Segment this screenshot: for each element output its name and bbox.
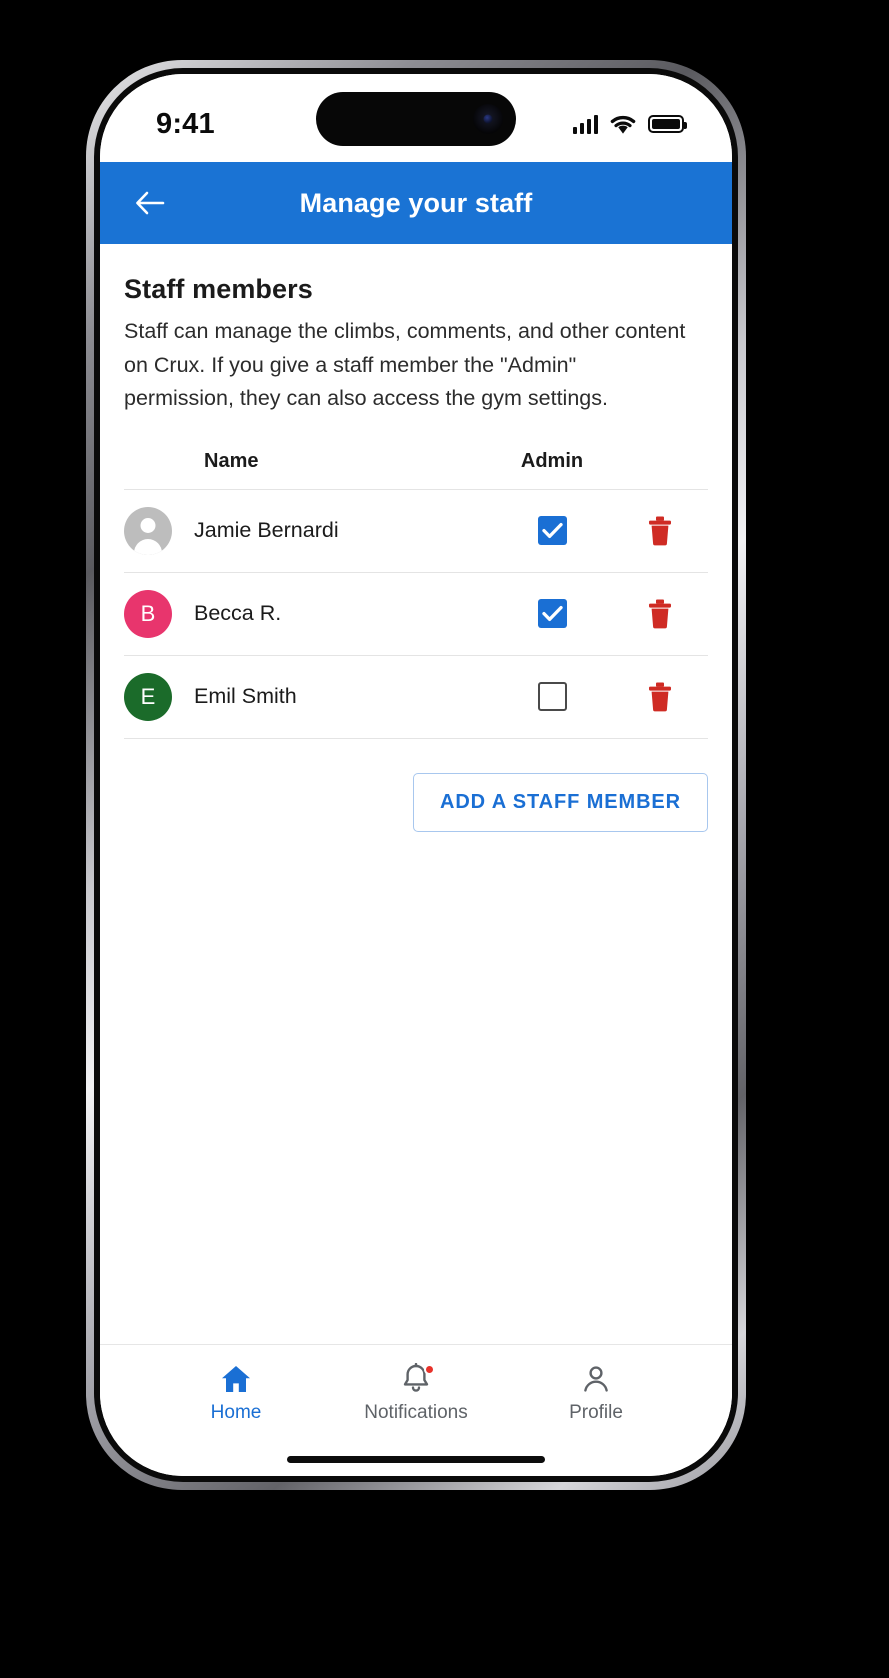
admin-cell [492,682,612,711]
back-arrow-icon [136,191,165,215]
trash-icon [649,682,671,711]
avatar: B [124,589,172,638]
status-bar-clock: 9:41 [156,107,215,140]
staff-name-cell: E Emil Smith [124,672,492,721]
avatar: E [124,672,172,721]
front-camera-icon [473,104,503,134]
nav-label-profile: Profile [569,1402,623,1423]
nav-item-notifications[interactable]: Notifications [326,1363,506,1424]
admin-cell [492,599,612,628]
admin-cell [492,516,612,545]
table-row: Jamie Bernardi [124,490,708,573]
add-staff-row: ADD A STAFF MEMBER [124,739,708,832]
trash-icon [649,516,671,545]
wifi-icon [610,115,636,134]
add-staff-member-button[interactable]: ADD A STAFF MEMBER [413,772,708,832]
back-button[interactable] [126,179,174,227]
person-icon [584,1366,608,1392]
home-icon-wrap [220,1363,252,1395]
status-bar-indicators [572,102,687,135]
staff-member-name: Emil Smith [194,684,297,708]
cellular-signal-icon [572,114,598,134]
staff-member-name: Jamie Bernardi [194,518,339,542]
bell-icon-wrap [401,1363,435,1395]
admin-checkbox[interactable] [537,599,567,628]
checkmark-icon [541,605,563,622]
column-header-name: Name [204,449,259,472]
phone-screen: 9:41 Manage your staff Staff members Sta… [100,74,732,1476]
main-content: Staff members Staff can manage the climb… [100,244,732,1344]
nav-item-home[interactable]: Home [146,1363,326,1424]
bottom-navigation: Home Notifications Profile [100,1344,732,1442]
delete-staff-button[interactable] [612,682,708,712]
phone-bezel: 9:41 Manage your staff Staff members Sta… [94,68,738,1482]
checkmark-icon [541,522,563,539]
page-title: Manage your staff [299,187,533,218]
staff-name-cell: Jamie Bernardi [124,506,492,555]
screenshot-stage: 9:41 Manage your staff Staff members Sta… [0,0,889,1678]
app-bar: Manage your staff [100,162,732,244]
nav-label-notifications: Notifications [364,1402,468,1423]
staff-table: Name Admin Jamie Bernardi B Becca R. E E… [124,450,708,739]
home-icon [222,1366,250,1392]
nav-label-home: Home [210,1402,262,1423]
home-indicator-bar[interactable] [100,1442,732,1476]
person-icon-wrap [581,1363,611,1395]
table-row: B Becca R. [124,573,708,656]
avatar [124,506,172,555]
trash-icon [649,599,671,628]
admin-checkbox[interactable] [537,682,567,711]
column-header-admin: Admin [520,449,584,472]
delete-staff-button[interactable] [612,599,708,629]
battery-icon [648,115,687,133]
table-header-row: Name Admin [124,450,708,490]
table-row: E Emil Smith [124,656,708,739]
nav-item-profile[interactable]: Profile [506,1363,686,1424]
staff-name-cell: B Becca R. [124,589,492,638]
avatar-initial: B [140,600,156,626]
section-description: Staff can manage the climbs, comments, a… [124,319,686,410]
status-bar: 9:41 [100,74,732,162]
dynamic-island [316,92,516,146]
notification-badge [424,1364,435,1375]
delete-staff-button[interactable] [612,516,708,546]
admin-checkbox[interactable] [537,516,567,545]
staff-member-name: Becca R. [194,601,282,625]
avatar-initial: E [140,683,156,709]
phone-frame: 9:41 Manage your staff Staff members Sta… [86,60,746,1490]
section-title: Staff members [124,274,313,304]
home-indicator [287,1455,545,1463]
